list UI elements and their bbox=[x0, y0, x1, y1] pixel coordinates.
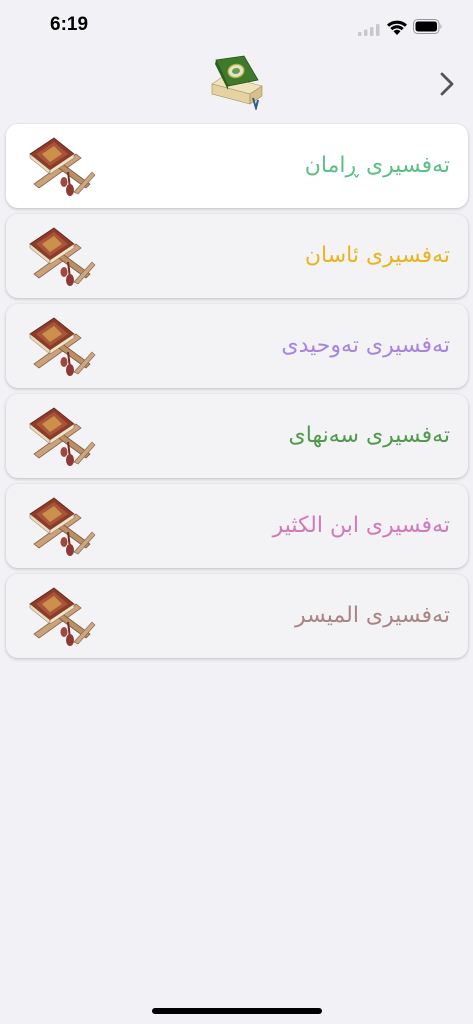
app-screen: 6:19 تەفسیری ڕامان تەفسیری ئاسان تەفسیری… bbox=[0, 0, 473, 1024]
quran-stand-icon bbox=[24, 222, 100, 290]
quran-book-icon bbox=[211, 55, 263, 110]
tafsir-list: تەفسیری ڕامان تەفسیری ئاسان تەفسیری تەوح… bbox=[6, 124, 468, 664]
tafsir-item-sanhai[interactable]: تەفسیری سەنهای bbox=[6, 394, 468, 478]
tafsir-item-label: تەفسیری ڕامان bbox=[304, 153, 450, 178]
tafsir-item-muyassar[interactable]: تەفسیری المیسر bbox=[6, 574, 468, 658]
tafsir-item-label: تەفسیری ئاسان bbox=[304, 243, 450, 268]
tafsir-item-raman[interactable]: تەفسیری ڕامان bbox=[6, 124, 468, 208]
tafsir-item-asan[interactable]: تەفسیری ئاسان bbox=[6, 214, 468, 298]
quran-stand-icon bbox=[24, 402, 100, 470]
navigation-bar bbox=[0, 54, 473, 116]
quran-stand-icon bbox=[24, 132, 100, 200]
status-time: 6:19 bbox=[50, 14, 89, 35]
chevron-right-icon[interactable] bbox=[437, 71, 457, 97]
quran-stand-icon bbox=[24, 312, 100, 380]
tafsir-item-label: تەفسیری المیسر bbox=[295, 603, 450, 628]
quran-stand-icon bbox=[24, 582, 100, 650]
tafsir-item-label: تەفسیری ابن الكثير bbox=[272, 513, 450, 538]
status-bar: 6:19 bbox=[0, 0, 473, 54]
tafsir-item-tawhidi[interactable]: تەفسیری تەوحیدی bbox=[6, 304, 468, 388]
tafsir-item-ibn-kathir[interactable]: تەفسیری ابن الكثير bbox=[6, 484, 468, 568]
quran-stand-icon bbox=[24, 492, 100, 560]
tafsir-item-label: تەفسیری سەنهای bbox=[288, 423, 450, 448]
home-indicator[interactable] bbox=[152, 1008, 322, 1014]
wifi-icon bbox=[387, 20, 407, 35]
tafsir-item-label: تەفسیری تەوحیدی bbox=[281, 333, 450, 358]
battery-icon bbox=[413, 19, 442, 34]
cellular-signal-icon bbox=[358, 24, 380, 36]
